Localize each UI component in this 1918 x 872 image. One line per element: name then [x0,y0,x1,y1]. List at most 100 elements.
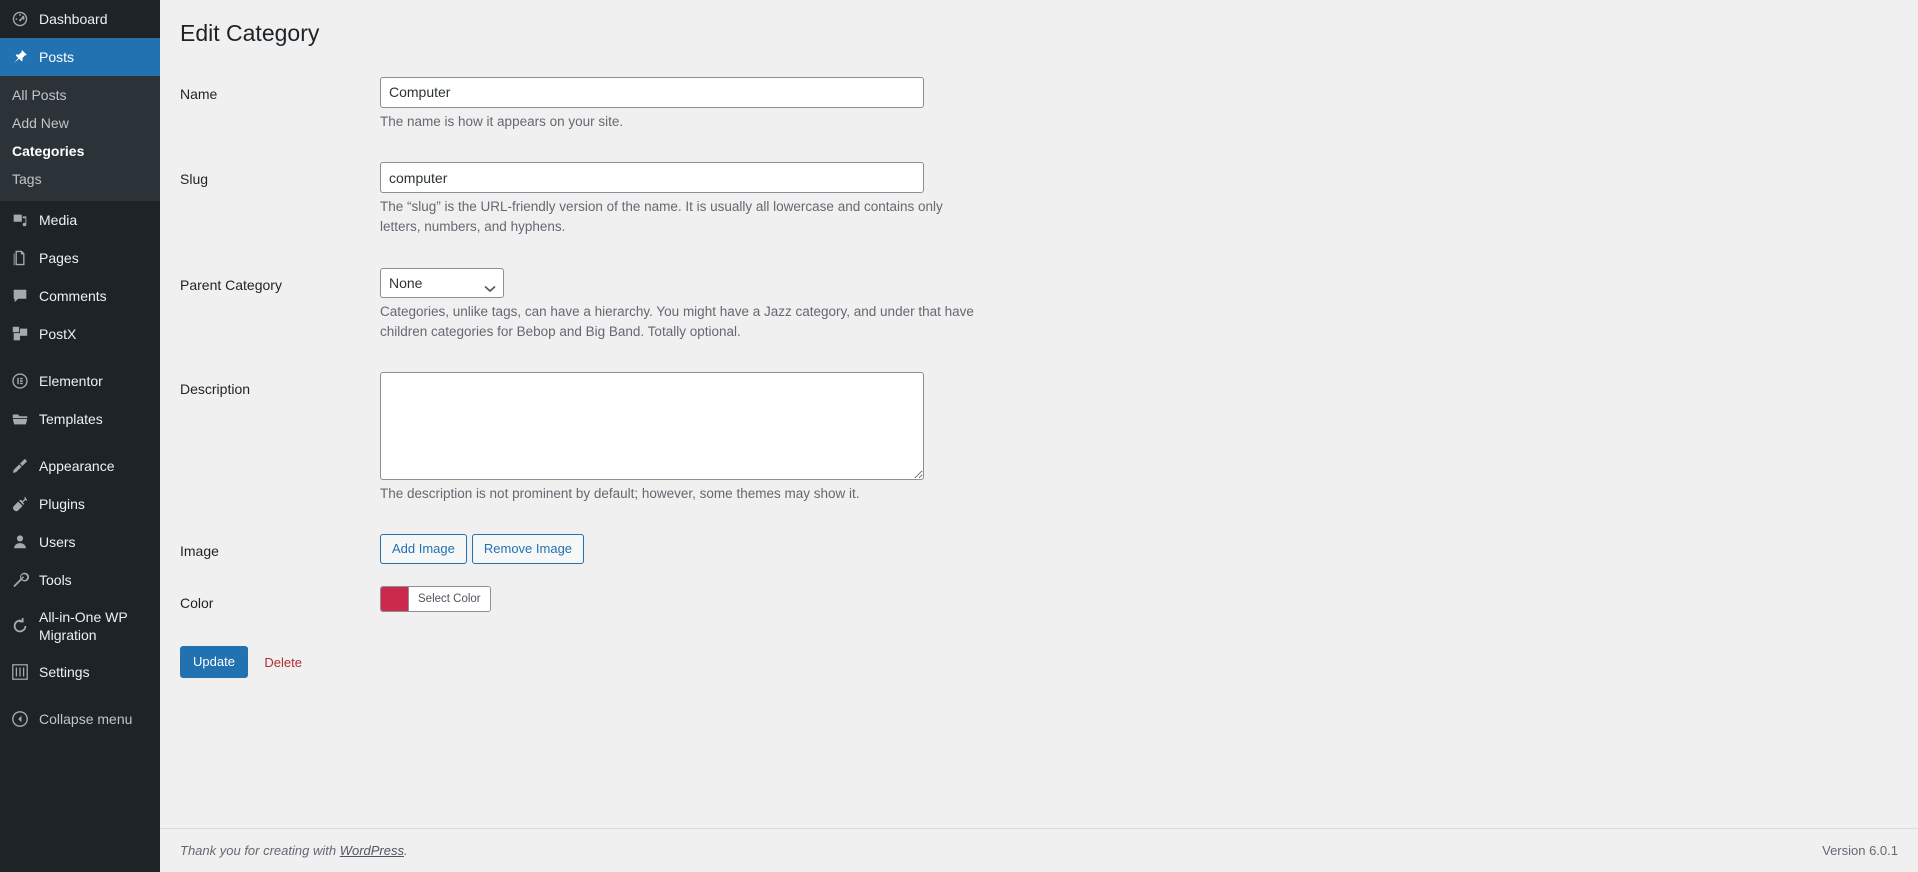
folder-icon [10,409,30,429]
parent-category-label: Parent Category [180,276,282,293]
sidebar-item-categories[interactable]: Categories [0,137,160,165]
sidebar-item-comments[interactable]: Comments [0,277,160,315]
main-content: Edit Category Name The name is how it ap… [160,0,1918,872]
sidebar-item-tags[interactable]: Tags [0,165,160,193]
image-label: Image [180,543,219,560]
update-button[interactable]: Update [180,646,248,679]
sidebar-item-users[interactable]: Users [0,523,160,561]
pages-icon [10,248,30,268]
sidebar-item-label: Users [39,534,76,550]
sidebar-separator [0,438,160,447]
image-buttons: Add Image Remove Image [380,534,1898,565]
sidebar-item-label: Plugins [39,496,85,512]
dashboard-icon [10,9,30,29]
form-row-color: Color Select Color [180,586,1898,616]
comments-icon [10,286,30,306]
color-swatch[interactable] [381,587,409,612]
sidebar-item-tools[interactable]: Tools [0,561,160,599]
sidebar-item-plugins[interactable]: Plugins [0,485,160,523]
edit-category-form: Name The name is how it appears on your … [180,76,1898,679]
name-field-wrap: The name is how it appears on your site. [380,76,1898,132]
form-row-image: Image Add Image Remove Image [180,534,1898,565]
content-wrap: Edit Category Name The name is how it ap… [160,0,1918,679]
form-row-actions: Update Delete [180,646,1898,679]
footer-thanks-prefix: Thank you for creating with [180,843,340,858]
sidebar-item-label: Templates [39,411,103,427]
postx-icon [10,324,30,344]
sidebar-item-dashboard[interactable]: Dashboard [0,0,160,38]
sidebar-item-label: All-in-One WP Migration [39,609,128,643]
sidebar-item-label: PostX [39,326,77,342]
sidebar-item-media[interactable]: Media [0,201,160,239]
sidebar-item-settings[interactable]: Settings [0,653,160,691]
name-label: Name [180,85,218,102]
sidebar-item-all-posts[interactable]: All Posts [0,81,160,109]
parent-category-select[interactable]: None [380,267,504,298]
sidebar-item-posts[interactable]: Posts [0,38,168,76]
footer-thanks: Thank you for creating with WordPress. [180,843,408,858]
media-icon [10,210,30,230]
sidebar-item-label: Comments [39,288,107,304]
sidebar-item-add-new[interactable]: Add New [0,109,160,137]
elementor-icon [10,371,30,391]
sidebar-item-all-in-one-wp-migration[interactable]: All-in-One WP Migration [0,599,160,653]
sidebar-item-label: Elementor [39,373,103,389]
admin-screen: Dashboard Posts All Posts Add New Catego… [0,0,1918,872]
posts-submenu: All Posts Add New Categories Tags [0,76,160,201]
page-title: Edit Category [180,20,320,46]
select-color-button[interactable]: Select Color [409,587,490,612]
color-label: Color [180,595,214,612]
image-field-wrap: Add Image Remove Image [380,534,1898,565]
admin-footer: Thank you for creating with WordPress. V… [160,828,1918,872]
name-input[interactable] [380,76,924,108]
name-description: The name is how it appears on your site. [380,113,624,129]
slug-description: The “slug” is the URL-friendly version o… [380,199,943,235]
sidebar-separator [0,353,160,362]
migration-icon [10,616,30,636]
color-field-wrap: Select Color [380,586,1898,616]
sidebar-item-postx[interactable]: PostX [0,315,160,353]
footer-thanks-suffix: . [404,843,408,858]
sidebar-item-label: Appearance [39,458,115,474]
parent-category-field-wrap: None Categories, unlike tags, can have a… [380,267,1898,343]
slug-field-wrap: The “slug” is the URL-friendly version o… [380,162,1898,238]
sidebar-item-label: Pages [39,250,79,266]
collapse-arrow-icon [10,709,30,729]
sidebar-item-label: Media [39,212,78,228]
actions-wrap: Update Delete [180,646,1898,679]
plug-icon [10,494,30,514]
form-row-name: Name The name is how it appears on your … [180,76,1898,132]
add-image-button[interactable]: Add Image [380,534,467,565]
form-row-slug: Slug The “slug” is the URL-friendly vers… [180,162,1898,238]
pin-icon [10,47,30,67]
sidebar-item-appearance[interactable]: Appearance [0,447,160,485]
sidebar-item-templates[interactable]: Templates [0,400,160,438]
slug-label: Slug [180,171,209,188]
description-textarea[interactable] [380,372,924,481]
brush-icon [10,456,30,476]
sidebar-item-label: Dashboard [39,11,108,27]
delete-link[interactable]: Delete [264,655,302,670]
form-row-description: Description The description is not promi… [180,372,1898,504]
sliders-icon [10,662,30,682]
user-icon [10,532,30,552]
description-label: Description [180,381,251,398]
color-picker[interactable]: Select Color [380,586,491,613]
collapse-menu-button[interactable]: Collapse menu [0,700,160,738]
description-field-wrap: The description is not prominent by defa… [380,372,1898,504]
sidebar-item-elementor[interactable]: Elementor [0,362,160,400]
remove-image-button[interactable]: Remove Image [471,534,585,565]
parent-category-select-wrap: None [380,267,504,298]
sidebar-item-pages[interactable]: Pages [0,239,160,277]
wordpress-link[interactable]: WordPress [340,843,404,858]
footer-version: Version 6.0.1 [1822,843,1898,858]
slug-input[interactable] [380,162,924,194]
sidebar-item-label: Settings [39,664,90,680]
admin-sidebar: Dashboard Posts All Posts Add New Catego… [0,0,168,872]
sidebar-item-label: Tools [39,572,72,588]
